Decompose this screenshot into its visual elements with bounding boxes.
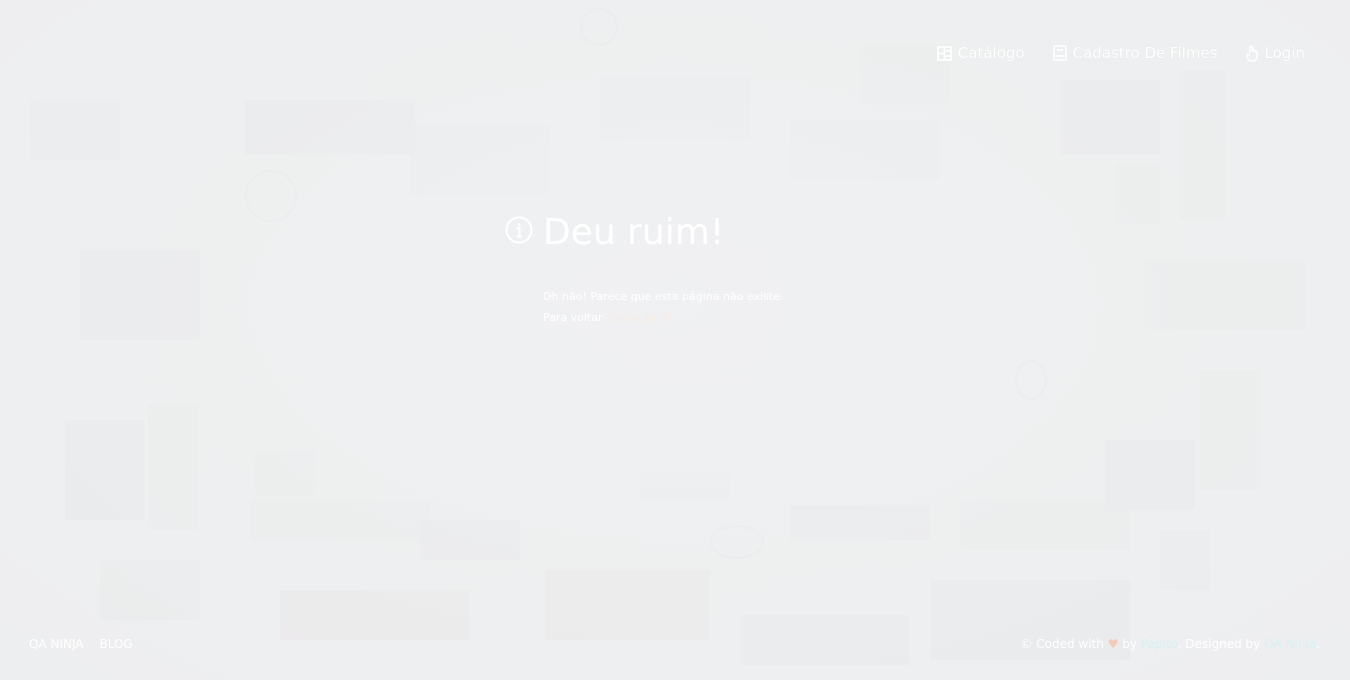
top-nav: Catálogo Cadastro De Filmes Login xyxy=(936,44,1305,62)
catalog-grid-icon xyxy=(936,45,952,61)
nav-register-movies[interactable]: Cadastro De Filmes xyxy=(1052,44,1218,62)
error-line-2: Para voltar clique aqui! xyxy=(543,307,783,328)
page-title: Deu ruim! xyxy=(543,212,725,253)
credits-prefix: © Coded with xyxy=(1020,637,1104,651)
footer-link-qa-ninja[interactable]: QA NINJA xyxy=(29,637,84,651)
not-found-message: Deu ruim! Oh não! Parece que esta página… xyxy=(505,210,783,328)
nav-login-label: Login xyxy=(1264,44,1305,62)
error-title-row: Deu ruim! xyxy=(505,210,783,256)
footer-link-blog[interactable]: BLOG xyxy=(100,637,133,651)
author-link[interactable]: Papito xyxy=(1141,637,1178,651)
credits-designed-by: . Designed by xyxy=(1177,637,1261,651)
error-line-1: Oh não! Parece que esta página não exist… xyxy=(543,290,784,303)
back-prefix: Para voltar xyxy=(543,311,603,324)
nav-register-movies-label: Cadastro De Filmes xyxy=(1072,44,1218,62)
nav-catalog-label: Catálogo xyxy=(957,44,1025,62)
background-overlay xyxy=(0,0,1350,680)
register-form-icon xyxy=(1052,45,1067,61)
login-hand-icon xyxy=(1245,45,1259,62)
nav-catalog[interactable]: Catálogo xyxy=(936,44,1025,62)
nav-login[interactable]: Login xyxy=(1245,44,1305,62)
designer-link[interactable]: QA Ninja xyxy=(1264,637,1316,651)
credits-by: by xyxy=(1122,637,1137,651)
footer-links: QA NINJA BLOG xyxy=(29,637,133,651)
info-icon xyxy=(505,210,533,256)
error-description: Oh não! Parece que esta página não exist… xyxy=(543,286,783,328)
credits-end: . xyxy=(1316,637,1320,651)
footer-credits: © Coded with ♥ by Papito. Designed by QA… xyxy=(1020,637,1320,651)
back-link[interactable]: clique aqui! xyxy=(606,311,671,324)
heart-icon: ♥ xyxy=(1107,637,1119,651)
